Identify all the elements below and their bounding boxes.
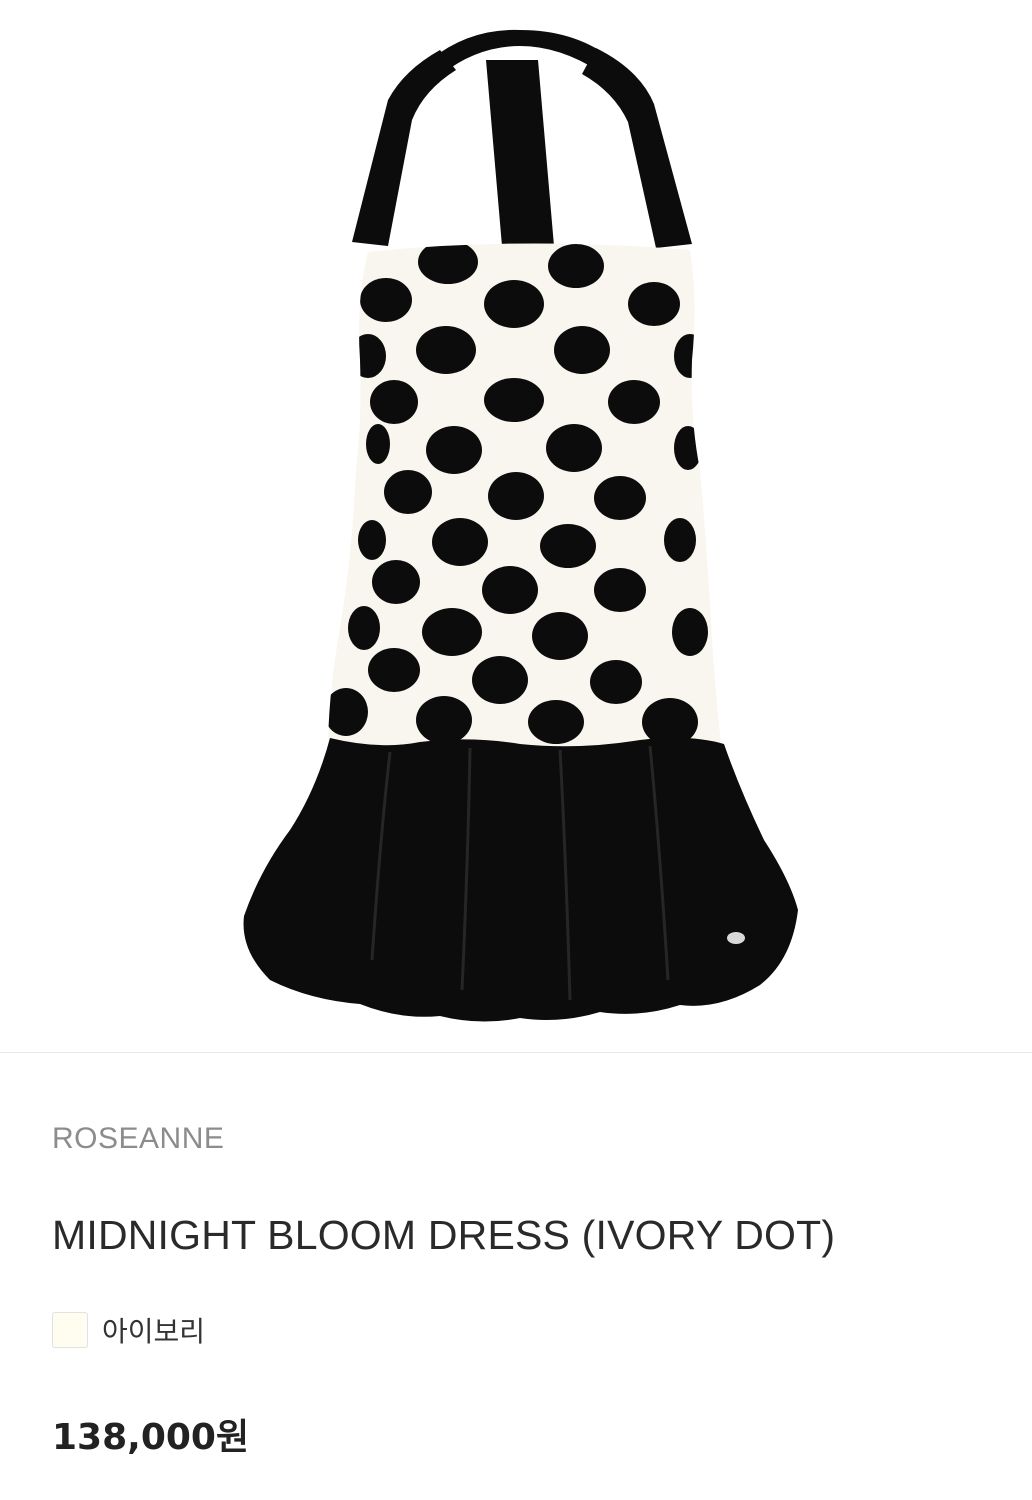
polka-dot [366,424,390,464]
dress-illustration [243,29,798,1022]
polka-dot [594,568,646,612]
polka-dot [484,280,544,328]
price-unit: 원 [215,1417,250,1458]
product-image[interactable] [0,0,1032,1052]
polka-dot [674,334,706,378]
color-option[interactable]: 아이보리 [52,1310,205,1350]
polka-dot [472,656,528,704]
divider [0,1052,1032,1053]
polka-dot [348,606,380,650]
polka-dot [372,560,420,604]
polka-dot [528,700,584,744]
color-label: 아이보리 [102,1315,206,1348]
polka-dot [432,518,488,566]
polka-dot [426,426,482,474]
polka-dot [350,334,386,378]
polka-dot [540,524,596,568]
polka-dot [608,380,660,424]
price: 138,000원 [52,1408,249,1460]
polka-dot [548,244,604,288]
polka-dot [672,608,708,656]
polka-dot [590,660,642,704]
polka-dot [368,648,420,692]
polka-dot [674,426,702,470]
polka-dot [484,378,544,422]
polka-dot [488,472,544,520]
product-title: MIDNIGHT BLOOM DRESS (IVORY DOT) [52,1212,836,1258]
polka-dot [328,688,368,736]
polka-dot [532,612,588,660]
polka-dot [384,470,432,514]
polka-dot [360,278,412,322]
ruffle-skirt [243,737,798,1022]
polka-dot [370,380,418,424]
brand-name[interactable]: ROSEANNE [52,1122,224,1156]
polka-dot [482,566,538,614]
polka-dot [416,326,476,374]
price-amount: 138,000 [52,1417,216,1458]
polka-dot [594,476,646,520]
polka-dot [628,282,680,326]
color-swatch[interactable] [52,1312,88,1348]
polka-dot [546,424,602,472]
polka-dot [664,518,696,562]
logo-tag [727,932,745,944]
halter-straps [352,29,692,248]
polka-dot [422,608,482,656]
polka-dot [416,696,472,744]
polka-dot [554,326,610,374]
polka-dot [358,520,386,560]
polka-dot [418,243,478,284]
